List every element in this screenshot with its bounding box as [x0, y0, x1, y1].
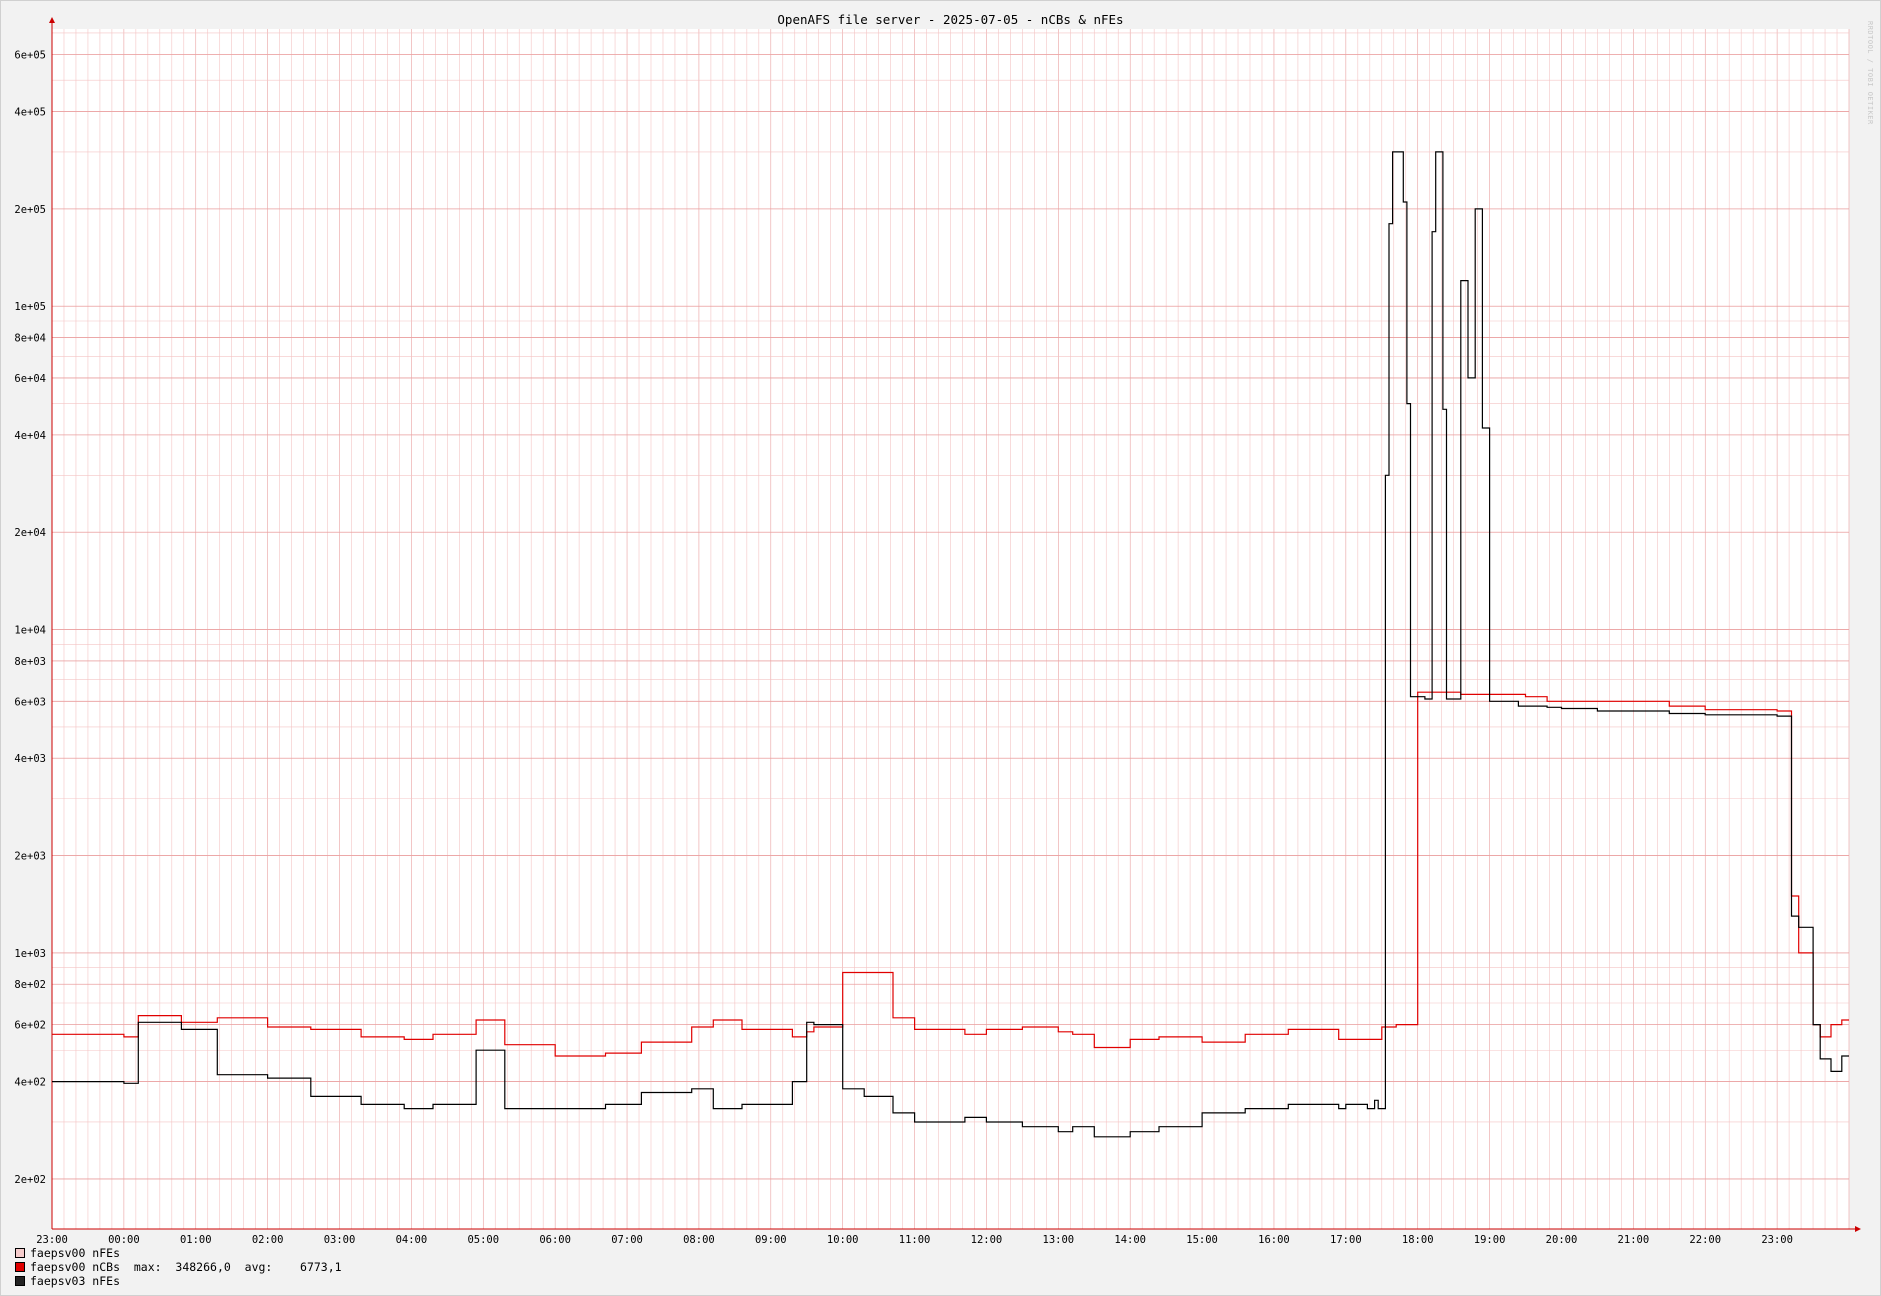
x-tick-label: 08:00: [683, 1234, 715, 1246]
x-tick-label: 20:00: [1546, 1234, 1578, 1246]
y-tick-label: 2e+05: [14, 204, 46, 216]
y-tick-label: 8e+02: [14, 979, 46, 991]
x-tick-label: 16:00: [1258, 1234, 1290, 1246]
chart-frame: 2e+02 4e+02 6e+02 8e+02 1e+03 2e+03 4e+03 6e+03…: [0, 0, 1881, 1296]
x-tick-label: 15:00: [1186, 1234, 1218, 1246]
chart-svg: 2e+02 4e+02 6e+02 8e+02 1e+03 2e+03 4e+03 6e+03…: [14, 12, 1861, 1246]
x-tick-label: 23:00: [1761, 1234, 1793, 1246]
x-tick-label: 03:00: [324, 1234, 356, 1246]
chart-title: OpenAFS file server - 2025-07-05 - nCBs …: [777, 12, 1123, 27]
legend-label: faepsv03 nFEs: [30, 1274, 121, 1288]
x-tick-label: 05:00: [467, 1234, 499, 1246]
y-tick-label: 8e+04: [14, 333, 46, 345]
legend-label: faepsv00 nCBs: [30, 1260, 121, 1274]
y-tick-label: 4e+02: [14, 1077, 46, 1089]
legend-stats: max: 348266,0 avg: 6773,1: [120, 1260, 342, 1274]
y-tick-label: 1e+04: [14, 625, 46, 637]
x-tick-label: 01:00: [180, 1234, 212, 1246]
x-tick-label: 12:00: [971, 1234, 1003, 1246]
legend-item-faepsv00-ncbs: faepsv00 nCBs max: 348266,0 avg: 6773,1: [15, 1260, 342, 1274]
y-tick-label: 6e+05: [14, 50, 46, 62]
legend-swatch: [15, 1248, 25, 1258]
x-tick-label: 22:00: [1689, 1234, 1721, 1246]
x-tick-label: 04:00: [396, 1234, 428, 1246]
y-tick-label: 1e+05: [14, 301, 46, 313]
x-tick-label: 07:00: [611, 1234, 643, 1246]
legend-item-faepsv00-nfes: faepsv00 nFEs: [15, 1246, 120, 1260]
legend-swatch: [15, 1276, 25, 1286]
x-tick-label: 00:00: [108, 1234, 140, 1246]
x-tick-label: 11:00: [899, 1234, 931, 1246]
y-axis-arrow: [49, 17, 55, 23]
y-tick-label: 4e+05: [14, 107, 46, 119]
y-tick-label: 4e+04: [14, 430, 46, 442]
x-tick-label: 21:00: [1618, 1234, 1650, 1246]
x-axis-arrow: [1855, 1226, 1861, 1232]
legend-label: faepsv00 nFEs: [30, 1246, 121, 1260]
x-tick-label: 13:00: [1043, 1234, 1075, 1246]
y-tick-label: 2e+02: [14, 1174, 46, 1186]
x-tick-label: 09:00: [755, 1234, 787, 1246]
y-tick-label: 2e+03: [14, 851, 46, 863]
y-tick-label: 6e+03: [14, 696, 46, 708]
x-tick-label: 14:00: [1114, 1234, 1146, 1246]
x-tick-label: 19:00: [1474, 1234, 1506, 1246]
y-tick-label: 4e+03: [14, 753, 46, 765]
y-tick-label: 6e+02: [14, 1020, 46, 1032]
legend-item-faepsv03-nfes: faepsv03 nFEs: [15, 1274, 120, 1288]
x-tick-label: 23:00: [36, 1234, 68, 1246]
y-tick-label: 6e+04: [14, 373, 46, 385]
x-tick-label: 06:00: [539, 1234, 571, 1246]
legend-swatch: [15, 1262, 25, 1272]
y-tick-label: 2e+04: [14, 527, 46, 539]
x-tick-label: 18:00: [1402, 1234, 1434, 1246]
x-tick-label: 02:00: [252, 1234, 284, 1246]
x-tick-label: 17:00: [1330, 1234, 1362, 1246]
y-tick-label: 8e+03: [14, 656, 46, 668]
x-tick-label: 10:00: [827, 1234, 859, 1246]
y-tick-label: 1e+03: [14, 948, 46, 960]
rrdtool-watermark: RRDTOOL / TOBI OETIKER: [1866, 21, 1874, 125]
